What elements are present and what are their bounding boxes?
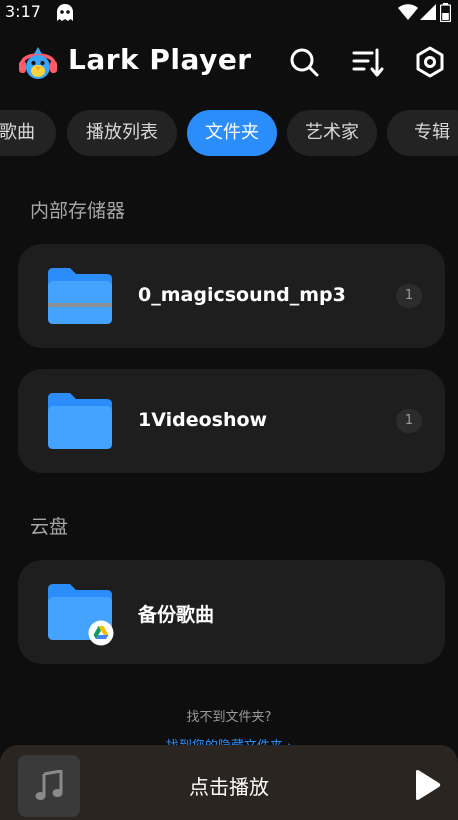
category-tabs: 歌曲 播放列表 文件夹 艺术家 专辑 [0,110,458,156]
folder-not-found-hint: 找不到文件夹? [186,710,272,725]
google-drive-icon [88,620,114,646]
player-label: 点击播放 [189,775,269,799]
battery-icon [440,3,451,22]
cloud-folder-item[interactable]: 备份歌曲 [18,560,445,664]
folder-icon [48,268,112,324]
ghost-icon [57,4,73,21]
wifi-icon [398,4,418,20]
status-time: 3:17 [5,2,41,21]
cloud-section-title: 云盘 [30,516,69,538]
lark-logo-icon [19,47,57,79]
app-title: Lark Player [68,43,252,76]
tab-playlists[interactable]: 播放列表 [67,110,177,156]
internal-storage-title: 内部存储器 [30,200,126,222]
signal-icon [420,4,436,20]
folder-item[interactable]: 1Videoshow 1 [18,369,445,473]
folder-name: 备份歌曲 [138,604,215,626]
play-icon[interactable] [410,769,442,801]
app-header: Lark Player [0,38,458,88]
item-count-badge: 1 [396,409,422,433]
search-icon[interactable] [288,46,320,78]
folder-icon [48,393,112,449]
folder-name: 1Videoshow [138,409,268,431]
status-bar: 3:17 [0,0,458,26]
mini-player[interactable]: 点击播放 [0,745,458,820]
folder-item[interactable]: 0_magicsound_mp3 1 [18,244,445,348]
tab-albums[interactable]: 专辑 [387,110,458,156]
folder-name: 0_magicsound_mp3 [138,284,346,306]
settings-icon[interactable] [414,46,446,78]
tab-artists[interactable]: 艺术家 [287,110,377,156]
tab-songs[interactable]: 歌曲 [0,110,56,156]
item-count-badge: 1 [396,284,422,308]
sort-icon[interactable] [352,46,384,78]
tab-folders[interactable]: 文件夹 [187,110,277,156]
